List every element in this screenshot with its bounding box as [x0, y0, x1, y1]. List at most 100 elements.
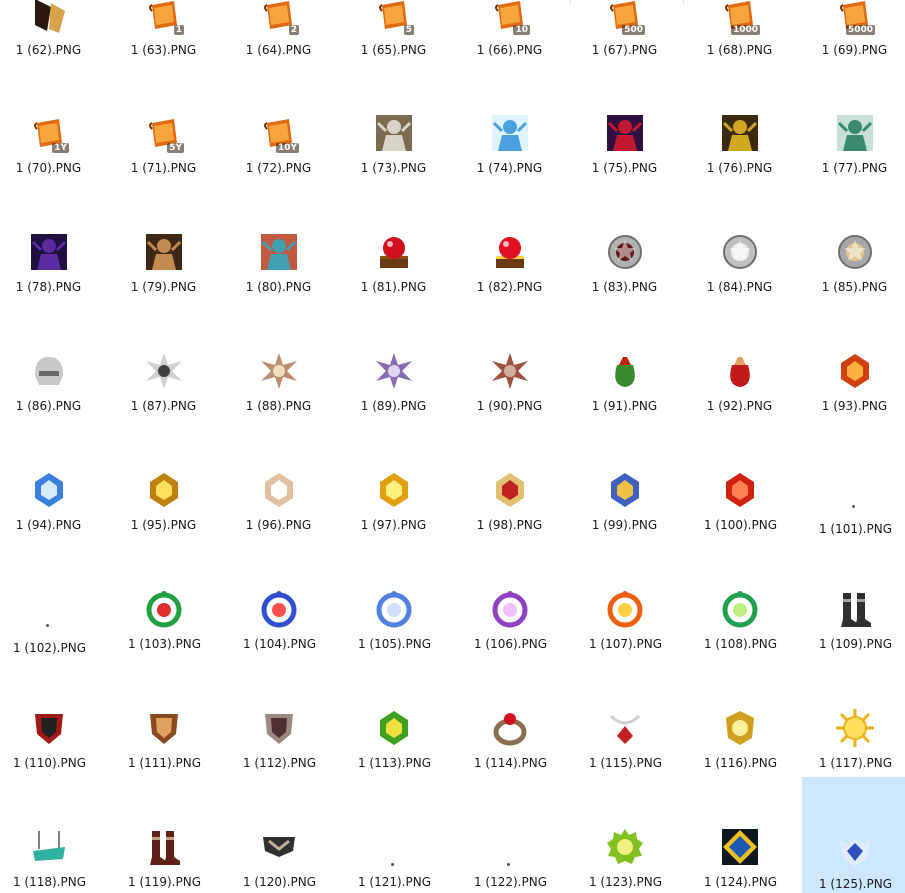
file-name-label: 1 (122).PNG: [473, 875, 548, 889]
file-item[interactable]: 1 (118).PNG: [0, 775, 99, 889]
armored-figure-icon: [835, 113, 875, 153]
file-item[interactable]: 1 (108).PNG: [687, 585, 790, 698]
file-item[interactable]: 1 (98).PNG: [457, 466, 560, 579]
file-item[interactable]: 1 (77).PNG: [802, 109, 905, 222]
file-item[interactable]: 1 (84).PNG: [687, 228, 790, 341]
emblem-icon: [835, 351, 875, 391]
file-item[interactable]: 1 (99).PNG: [572, 466, 675, 579]
file-item[interactable]: 1 (75).PNG: [572, 109, 675, 222]
file-name-label: 1 (94).PNG: [15, 518, 82, 532]
file-item[interactable]: 1 (91).PNG: [572, 347, 675, 460]
file-item[interactable]: 10 1 (66).PNG: [457, 0, 560, 113]
file-name-label: 1 (107).PNG: [588, 637, 663, 651]
file-item[interactable]: 5Y 1 (71).PNG: [111, 109, 214, 222]
file-item[interactable]: 1 (92).PNG: [687, 347, 790, 460]
file-name-label: 1 (80).PNG: [245, 280, 312, 294]
quantity-badge: 5Y: [167, 143, 184, 153]
file-item[interactable]: 10Y 1 (72).PNG: [226, 109, 329, 222]
file-name-label: 1 (105).PNG: [357, 637, 432, 651]
file-item[interactable]: 1 (62).PNG: [0, 0, 99, 113]
empty-thumbnail-icon: [46, 624, 49, 627]
file-item[interactable]: 1 (122).PNG: [457, 775, 560, 889]
file-item[interactable]: 1 1 (63).PNG: [111, 0, 214, 113]
file-name-label: 1 (102).PNG: [12, 641, 87, 655]
file-item[interactable]: 1 (102).PNG: [0, 585, 99, 698]
file-name-label: 1 (76).PNG: [706, 161, 773, 175]
file-item[interactable]: 1 (104).PNG: [226, 585, 329, 698]
file-item[interactable]: 1 (78).PNG: [0, 228, 99, 341]
file-item[interactable]: 1 (105).PNG: [341, 585, 444, 698]
file-item[interactable]: 1 (100).PNG: [687, 466, 790, 579]
crystal-emblem-icon: [29, 470, 69, 510]
file-item[interactable]: 500 1 (67).PNG: [572, 0, 675, 113]
gem-ring-icon: [259, 589, 299, 629]
empty-thumbnail-icon: [507, 863, 510, 866]
file-item[interactable]: 2 1 (64).PNG: [226, 0, 329, 113]
portrait-icon: [144, 232, 184, 272]
crystal-emblem-icon: [374, 470, 414, 510]
file-item[interactable]: 1 (90).PNG: [457, 347, 560, 460]
quantity-badge: 10Y: [275, 143, 299, 153]
file-item[interactable]: 1 (86).PNG: [0, 347, 99, 460]
file-name-label: 1 (75).PNG: [591, 161, 658, 175]
gem-ring-icon: [605, 589, 645, 629]
file-item[interactable]: 5000 1 (69).PNG: [802, 0, 905, 113]
file-item[interactable]: 1 (80).PNG: [226, 228, 329, 341]
file-item[interactable]: 1 (107).PNG: [572, 585, 675, 698]
file-item[interactable]: 1 (96).PNG: [226, 466, 329, 579]
file-item[interactable]: 1 (106).PNG: [457, 585, 560, 698]
empty-thumbnail-icon: [852, 505, 855, 508]
empty-thumbnail-icon: [391, 863, 394, 866]
file-item[interactable]: 1 (82).PNG: [457, 228, 560, 341]
file-item[interactable]: 5 1 (65).PNG: [341, 0, 444, 113]
file-name-label: 1 (89).PNG: [360, 399, 427, 413]
file-item[interactable]: 1 (109).PNG: [802, 585, 905, 698]
cart-icon: [29, 827, 69, 867]
lion-crest-icon: [720, 708, 760, 748]
file-item[interactable]: 1 (76).PNG: [687, 109, 790, 222]
file-item[interactable]: 1 (123).PNG: [572, 775, 675, 889]
file-name-label: 1 (82).PNG: [476, 280, 543, 294]
file-item[interactable]: 1 (93).PNG: [802, 347, 905, 460]
shield-icon: [259, 708, 299, 748]
file-item[interactable]: 1 (103).PNG: [111, 585, 214, 698]
file-item[interactable]: 1 (83).PNG: [572, 228, 675, 341]
file-name-label: 1 (97).PNG: [360, 518, 427, 532]
file-item[interactable]: 1 (101).PNG: [802, 466, 905, 579]
file-item[interactable]: 1Y 1 (70).PNG: [0, 109, 99, 222]
medal-icon: [720, 232, 760, 272]
file-item[interactable]: 1 (73).PNG: [341, 109, 444, 222]
file-name-label: 1 (116).PNG: [703, 756, 778, 770]
quantity-badge: 10: [513, 25, 530, 35]
file-name-label: 1 (64).PNG: [245, 43, 312, 57]
file-item[interactable]: 1 (125).PNG: [802, 777, 905, 893]
file-item[interactable]: 1 (120).PNG: [226, 775, 329, 889]
file-item[interactable]: 1 (94).PNG: [0, 466, 99, 579]
file-name-label: 1 (93).PNG: [821, 399, 888, 413]
shield-icon: [144, 708, 184, 748]
file-item[interactable]: 1 (81).PNG: [341, 228, 444, 341]
file-item[interactable]: 1 (89).PNG: [341, 347, 444, 460]
crystal-emblem-icon: [720, 470, 760, 510]
file-item[interactable]: 1 (74).PNG: [457, 109, 560, 222]
file-item[interactable]: 1 (85).PNG: [802, 228, 905, 341]
file-item[interactable]: 1 (95).PNG: [111, 466, 214, 579]
file-item[interactable]: 1 (88).PNG: [226, 347, 329, 460]
file-name-label: 1 (112).PNG: [242, 756, 317, 770]
file-name-label: 1 (119).PNG: [127, 875, 202, 889]
file-item[interactable]: 1 (97).PNG: [341, 466, 444, 579]
file-item[interactable]: 1 (121).PNG: [341, 775, 444, 889]
file-name-label: 1 (91).PNG: [591, 399, 658, 413]
file-item[interactable]: 1000 1 (68).PNG: [687, 0, 790, 113]
diamond-emblem-icon: [720, 827, 760, 867]
file-item[interactable]: 1 (79).PNG: [111, 228, 214, 341]
file-name-label: 1 (95).PNG: [130, 518, 197, 532]
file-item[interactable]: 1 (124).PNG: [687, 775, 790, 889]
file-name-label: 1 (115).PNG: [588, 756, 663, 770]
file-item[interactable]: 1 (87).PNG: [111, 347, 214, 460]
file-name-label: 1 (83).PNG: [591, 280, 658, 294]
crystal-emblem-icon: [259, 470, 299, 510]
armored-figure-icon: [605, 113, 645, 153]
file-item[interactable]: 1 (119).PNG: [111, 775, 214, 889]
file-name-label: 1 (125).PNG: [818, 877, 893, 891]
